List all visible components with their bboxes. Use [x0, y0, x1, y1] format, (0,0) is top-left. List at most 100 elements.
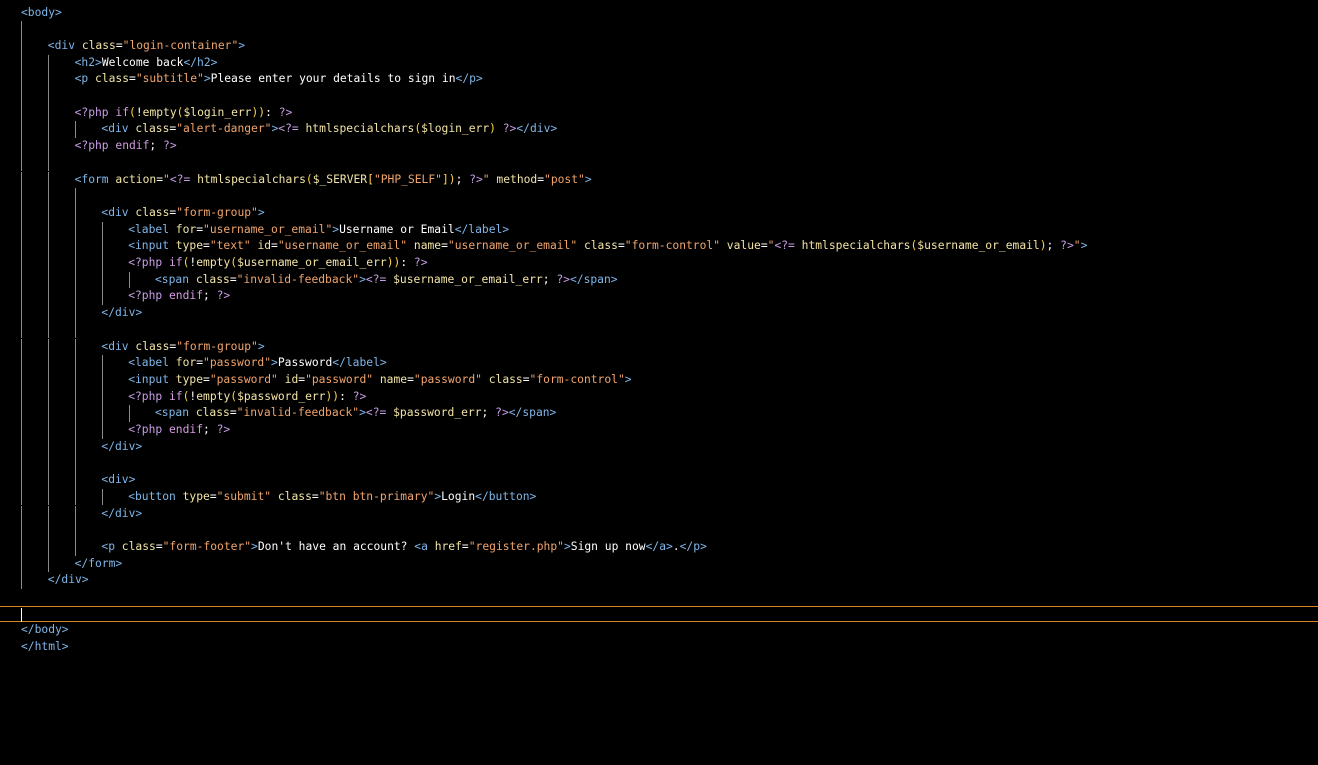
code-token: " [1073, 239, 1081, 253]
code-line[interactable]: <p class="form-footer">Don't have an acc… [0, 538, 1318, 556]
code-token: > [584, 172, 592, 186]
code-line[interactable]: <div class="form-group"> [0, 204, 1318, 222]
code-token: $login_err [183, 105, 252, 119]
code-token: <div [101, 339, 136, 353]
code-line[interactable]: </div> [0, 572, 1318, 589]
indent-guide [21, 305, 22, 322]
code-token: class [135, 339, 170, 353]
code-token: = [271, 239, 278, 253]
code-line[interactable]: <div class="alert-danger"><?= htmlspecia… [0, 121, 1318, 139]
code-line[interactable]: <form action="<?= htmlspecialchars($_SER… [0, 171, 1318, 189]
code-token: <?php [74, 105, 116, 119]
code-line[interactable]: <?php endif; ?> [0, 422, 1318, 439]
code-line[interactable]: </div> [0, 505, 1318, 523]
indent-guide [48, 221, 49, 239]
indent-guide [21, 288, 22, 306]
code-token: class [121, 539, 156, 553]
current-code-line[interactable] [0, 605, 1318, 623]
code-token: $username_or_email [917, 239, 1040, 253]
code-line[interactable]: <span class="invalid-feedback"><?= $pass… [0, 405, 1318, 422]
code-token: = [461, 539, 469, 553]
code-token: class [195, 406, 230, 420]
code-text: <p class="subtitle">Please enter your de… [75, 71, 483, 88]
code-line[interactable]: </html> [0, 639, 1318, 656]
indent-guide [48, 271, 49, 289]
code-line[interactable] [0, 522, 1318, 539]
code-token: ; [455, 172, 470, 186]
code-token: = [311, 489, 319, 503]
code-line[interactable]: </div> [0, 438, 1318, 456]
code-token: name [407, 239, 442, 253]
indent-guide [75, 455, 76, 473]
indent-guide [102, 238, 103, 255]
code-line[interactable]: <?php endif; ?> [0, 288, 1318, 306]
code-line[interactable]: <span class="invalid-feedback"><?= $user… [0, 271, 1318, 289]
code-line[interactable]: </div> [0, 305, 1318, 322]
code-token: <h2> [74, 55, 102, 69]
code-line[interactable] [0, 188, 1318, 205]
code-editor[interactable]: <body> <div class="login-container"> <h2>W… [0, 0, 1318, 765]
code-token: <?php [128, 389, 169, 403]
code-token: ! [135, 105, 143, 119]
indent-guide [21, 204, 22, 222]
code-token: $login_err [421, 122, 490, 136]
indent-guide [48, 88, 49, 105]
code-line[interactable] [0, 589, 1318, 606]
code-line[interactable] [0, 21, 1318, 38]
code-token: = [196, 356, 204, 370]
code-line[interactable]: <label for="password">Password</label> [0, 355, 1318, 372]
indent-guide [21, 321, 22, 339]
code-line[interactable]: <input type="password" id="password" nam… [0, 371, 1318, 389]
code-line[interactable] [0, 455, 1318, 473]
code-token: <div [101, 205, 136, 219]
code-token: </label> [454, 222, 510, 236]
code-token: "password" [209, 372, 278, 386]
code-line[interactable]: <body> [0, 5, 1318, 22]
indent-guide [21, 255, 22, 272]
code-token: <label [128, 356, 176, 370]
code-token: "form-control" [529, 372, 625, 386]
indent-guide [21, 188, 22, 205]
code-token: $password_err [237, 389, 326, 403]
code-token: </div> [47, 573, 89, 587]
indent-guide [75, 204, 76, 222]
code-line[interactable]: <h2>Welcome back</h2> [0, 54, 1318, 72]
code-line[interactable]: <?php if(!empty($password_err)): ?> [0, 388, 1318, 406]
code-line[interactable]: <?php endif; ?> [0, 138, 1318, 155]
code-token: "password" [203, 356, 272, 370]
indent-guide [102, 405, 103, 422]
code-line[interactable]: <button type="submit" class="btn btn-pri… [0, 488, 1318, 506]
indent-guide [48, 422, 49, 439]
indent-guide [48, 405, 49, 422]
code-line[interactable]: <div class="form-group"> [0, 338, 1318, 356]
indent-guide [48, 472, 49, 489]
code-token: </label> [332, 356, 387, 370]
code-line[interactable] [0, 154, 1318, 172]
code-line[interactable]: </body> [0, 622, 1318, 639]
code-token: </div> [101, 306, 143, 320]
code-token: ?> [469, 172, 483, 186]
code-token: > [624, 372, 632, 386]
code-token: endif [169, 423, 204, 436]
code-line[interactable]: <input type="text" id="username_or_email… [0, 238, 1318, 255]
code-token: id [250, 239, 272, 253]
code-text: <body> [21, 5, 62, 22]
code-token: endif [115, 139, 150, 153]
indent-guide [21, 538, 22, 556]
indent-guide [48, 171, 49, 189]
code-line[interactable]: <div class="login-container"> [0, 37, 1318, 55]
code-line[interactable]: <?php if(!empty($username_or_email_err))… [0, 255, 1318, 272]
code-token: Don't have an account? [257, 539, 415, 553]
code-line[interactable]: <p class="subtitle">Please enter your de… [0, 71, 1318, 88]
code-line[interactable] [0, 88, 1318, 105]
code-line[interactable]: <label for="username_or_email">Username … [0, 221, 1318, 239]
code-line[interactable] [0, 321, 1318, 339]
code-token: type [175, 372, 204, 386]
code-line[interactable]: </form> [0, 555, 1318, 573]
code-token: htmlspecialchars [197, 172, 306, 186]
code-token: ; [542, 272, 557, 286]
code-token: type [182, 489, 210, 503]
code-line[interactable]: <div> [0, 472, 1318, 489]
code-token: </span> [508, 406, 557, 420]
code-line[interactable]: <?php if(!empty($login_err)): ?> [0, 104, 1318, 122]
